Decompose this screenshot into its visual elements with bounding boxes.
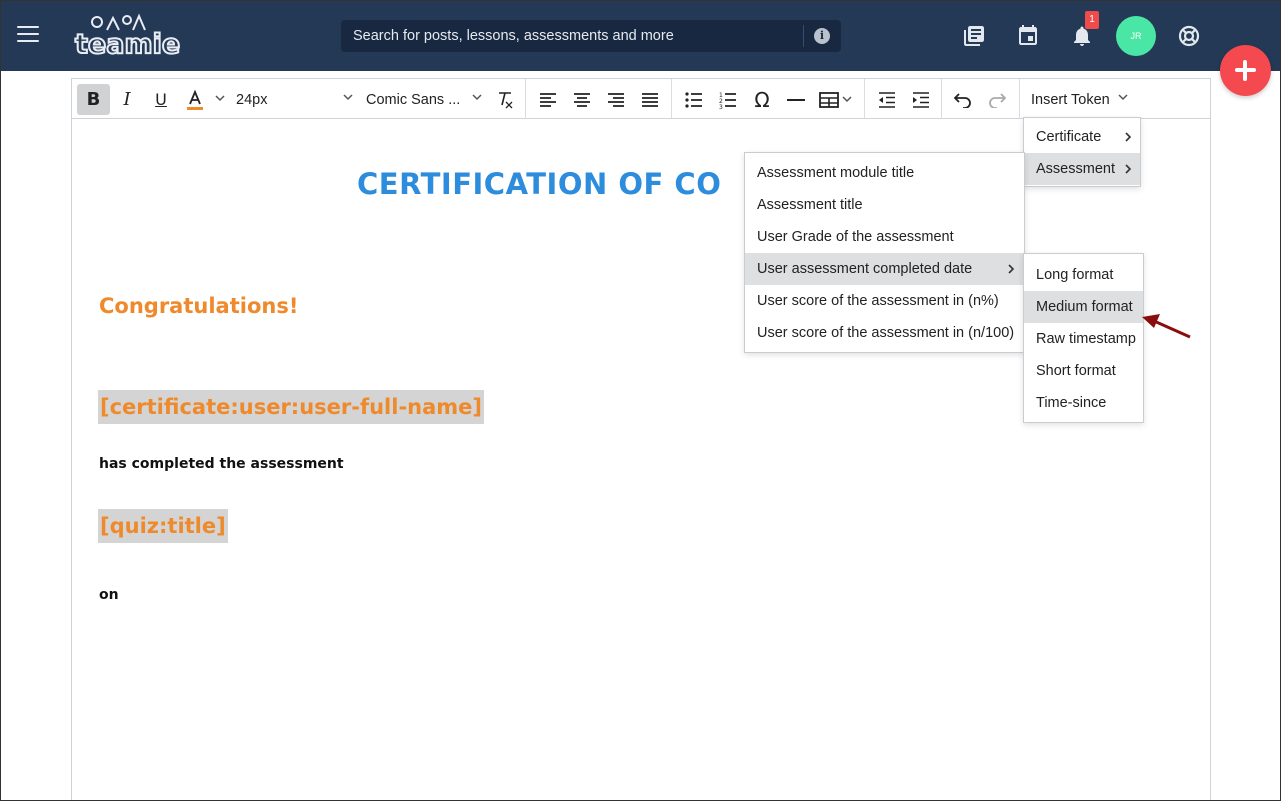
hamburger-menu-icon[interactable] (17, 26, 39, 44)
menu-item-label: Certificate (1036, 129, 1102, 145)
italic-button[interactable]: I (112, 84, 142, 115)
font-size-select[interactable]: 24px (236, 84, 354, 115)
certificate-title: CERTIFICATION OF CO (357, 167, 722, 201)
toolbar-separator (1019, 79, 1020, 119)
menu-item-user-grade[interactable]: User Grade of the assessment (745, 221, 1024, 253)
bullet-list-icon (685, 91, 702, 108)
chevron-right-icon (1008, 264, 1015, 274)
toolbar-separator (671, 79, 672, 119)
menu-item-score-percent[interactable]: User score of the assessment in (n%) (745, 285, 1024, 317)
text-color-button[interactable] (180, 84, 210, 115)
menu-item-certificate[interactable]: Certificate (1024, 121, 1140, 153)
table-button[interactable] (816, 84, 856, 115)
horizontal-line-icon (787, 98, 805, 101)
align-right-icon (608, 92, 624, 107)
chevron-down-icon (842, 95, 852, 102)
text-color-icon (187, 89, 203, 110)
indent-icon (913, 91, 929, 108)
numbered-list-icon: 123 (719, 92, 736, 109)
library-icon[interactable] (962, 24, 986, 48)
font-family-value: Comic Sans ... (366, 91, 461, 108)
toolbar-separator (941, 79, 942, 119)
align-left-icon (540, 92, 556, 107)
menu-item-score-out-of-100[interactable]: User score of the assessment in (n/100) (745, 317, 1024, 349)
clear-formatting-icon (499, 91, 513, 108)
redo-icon (989, 92, 1006, 108)
date-format-menu: Long format Medium format Raw timestamp … (1023, 253, 1144, 423)
bold-button[interactable]: B (77, 84, 110, 115)
align-right-button[interactable] (602, 84, 630, 115)
redo-button[interactable] (983, 84, 1011, 115)
search-divider (803, 25, 804, 47)
align-justify-icon (642, 92, 658, 107)
menu-item-label: User assessment completed date (757, 261, 973, 277)
assessment-token-menu: Assessment module title Assessment title… (744, 152, 1025, 353)
user-full-name-token[interactable]: [certificate:user:user-full-name] (98, 390, 484, 424)
quiz-title-token[interactable]: [quiz:title] (98, 509, 228, 543)
on-text: on (99, 587, 119, 603)
insert-token-menu: Certificate Assessment (1023, 117, 1141, 187)
table-icon (819, 91, 839, 108)
logo-text: teamie (74, 29, 181, 60)
indent-button[interactable] (907, 84, 935, 115)
menu-item-label: Assessment (1036, 161, 1115, 177)
calendar-icon[interactable] (1016, 24, 1040, 48)
menu-item-short-format[interactable]: Short format (1024, 355, 1143, 387)
menu-item-time-since[interactable]: Time-since (1024, 387, 1143, 419)
align-left-button[interactable] (534, 84, 562, 115)
font-size-value: 24px (236, 91, 268, 108)
toolbar-separator (525, 79, 526, 119)
chevron-down-icon (1118, 94, 1128, 101)
chevron-down-icon (343, 94, 353, 101)
notification-badge: 1 (1085, 11, 1099, 29)
numbered-list-button[interactable]: 123 (714, 84, 742, 115)
menu-item-medium-format[interactable]: Medium format (1024, 291, 1143, 323)
undo-icon (954, 92, 971, 108)
menu-item-raw-timestamp[interactable]: Raw timestamp (1024, 323, 1143, 355)
horizontal-line-button[interactable] (782, 84, 810, 115)
info-icon[interactable]: i (814, 28, 830, 44)
menu-item-completed-date[interactable]: User assessment completed date (745, 253, 1024, 285)
add-floating-button[interactable] (1220, 45, 1271, 96)
align-center-button[interactable] (568, 84, 596, 115)
editor-toolbar: B I U 24px Comic Sans ... 1 2 3 Ω Insert… (72, 79, 1210, 119)
outdent-icon (879, 91, 895, 108)
menu-item-long-format[interactable]: Long format (1024, 259, 1143, 291)
menu-item-assessment-module-title[interactable]: Assessment module title (745, 157, 1024, 189)
svg-text:3: 3 (719, 104, 723, 109)
undo-button[interactable] (949, 84, 977, 115)
chevron-right-icon (1125, 132, 1132, 142)
insert-token-label: Insert Token (1031, 91, 1110, 108)
text-color-chevron-icon[interactable] (214, 94, 226, 104)
font-family-select[interactable]: Comic Sans ... (366, 84, 483, 115)
user-avatar[interactable]: JR (1116, 16, 1156, 56)
search-input[interactable] (341, 20, 801, 52)
special-character-button[interactable]: Ω (748, 84, 776, 115)
toolbar-separator (864, 79, 865, 119)
annotation-arrow-icon (1142, 314, 1191, 339)
global-search: i (341, 20, 841, 52)
top-navigation-bar: teamie i 1 JR (0, 0, 1281, 71)
chevron-down-icon (472, 94, 482, 101)
align-center-icon (574, 92, 590, 107)
clear-formatting-button[interactable] (492, 84, 518, 115)
outdent-button[interactable] (873, 84, 901, 115)
bullet-list-button[interactable] (680, 84, 708, 115)
teamie-logo[interactable]: teamie (74, 12, 181, 59)
menu-item-assessment[interactable]: Assessment (1024, 153, 1140, 185)
insert-token-dropdown[interactable]: Insert Token (1031, 84, 1129, 115)
menu-item-assessment-title[interactable]: Assessment title (745, 189, 1024, 221)
align-justify-button[interactable] (636, 84, 664, 115)
chevron-right-icon (1125, 164, 1132, 174)
underline-button[interactable]: U (146, 84, 176, 115)
completed-text: has completed the assessment (99, 456, 344, 472)
help-lifebuoy-icon[interactable] (1177, 24, 1201, 48)
congratulations-heading: Congratulations! (99, 294, 299, 318)
